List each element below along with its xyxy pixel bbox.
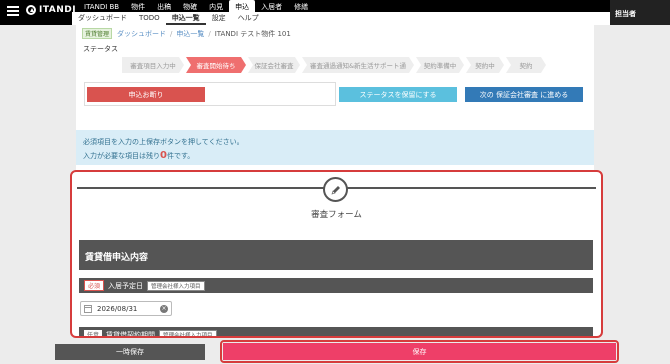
date-value: 2026/08/31 [97, 304, 138, 313]
status-step: 保証会社審査 [248, 57, 300, 73]
next-step-button[interactable]: 次の 保証会社審査 に進める [465, 87, 583, 102]
breadcrumb-separator: / [170, 29, 173, 38]
notice-line2: 入力が必要な項目は残り0件です。 [83, 149, 587, 163]
breadcrumb-dashboard[interactable]: ダッシュボード [117, 29, 166, 39]
temp-save-button[interactable]: 一時保存 [55, 344, 205, 360]
field-label: 賃貸借契約期間 [106, 330, 156, 338]
sub-nav-help[interactable]: ヘルプ [232, 12, 265, 25]
move-in-date-input[interactable]: 2026/08/31 × [80, 301, 172, 316]
management-input-tag: 管理会社様入力項目 [147, 280, 205, 291]
status-step: 契約準備中 [416, 57, 464, 73]
status-step-active: 審査開始待ち [186, 57, 246, 73]
category-tag: 賃貸管理 [82, 28, 113, 39]
breadcrumb: 賃貸管理 ダッシュボード / 申込一覧 / ITANDI テスト物件 101 [82, 28, 291, 39]
field-row-move-in-date: 必須 入居予定日 管理会社様入力項目 [79, 278, 593, 293]
status-step: 契約中 [466, 57, 504, 73]
field-row-contract-period: 任意 賃貸借契約期間 管理会社様入力項目 [79, 327, 593, 338]
field-label: 入居予定日 [108, 281, 144, 290]
sub-nav-dashboard[interactable]: ダッシュボード [72, 12, 133, 25]
form-title: 審査フォーム [311, 210, 362, 220]
sub-nav: ダッシュボード TODO 申込一覧 設定 ヘルプ [72, 12, 610, 25]
breadcrumb-application-list[interactable]: 申込一覧 [176, 29, 204, 39]
sub-nav-settings[interactable]: 設定 [206, 12, 232, 25]
logo[interactable]: ITANDI [26, 5, 76, 15]
save-button[interactable]: 保存 [223, 343, 616, 360]
notice-line1: 必須項目を入力の上保存ボタンを押してください。 [83, 138, 244, 146]
user-badge[interactable]: 担当者 [610, 0, 670, 25]
review-form: 審査フォーム 賃貸借申込内容 必須 入居予定日 管理会社様入力項目 2026/0… [70, 170, 603, 338]
sub-nav-application-list[interactable]: 申込一覧 [165, 12, 206, 25]
status-steps: 審査項目入力中 審査開始待ち 保証会社審査 審査通過通知&新生活サポート通 契約… [122, 57, 548, 73]
pencil-icon [323, 177, 348, 202]
status-step: 審査通過通知&新生活サポート通 [302, 57, 414, 73]
required-tag: 必須 [84, 280, 105, 291]
notice-prefix: 入力が必要な項目は残り [83, 152, 160, 160]
management-input-tag: 管理会社様入力項目 [159, 329, 217, 336]
logo-text: ITANDI [39, 5, 77, 15]
sub-nav-todo[interactable]: TODO [133, 12, 166, 25]
section-header: 賃貸借申込内容 [79, 240, 593, 270]
decline-button[interactable]: 申込お断り [87, 87, 205, 102]
remaining-count: 0 [160, 150, 167, 161]
breadcrumb-current: ITANDI テスト物件 101 [214, 29, 291, 38]
status-step: 契約 [506, 57, 546, 73]
status-label: ステータス [83, 45, 118, 53]
status-step: 審査項目入力中 [122, 57, 184, 73]
notice-box: 必須項目を入力の上保存ボタンを押してください。 入力が必要な項目は残り0件です。 [76, 130, 594, 165]
clear-icon[interactable]: × [160, 305, 168, 313]
breadcrumb-separator: / [208, 29, 211, 38]
hold-status-button[interactable]: ステータスを保留にする [339, 87, 457, 102]
itandi-logo-icon [26, 5, 36, 15]
top-bar: ITANDI ITANDI BB 物件 出稿 物確 内見 申込 入居者 修繕 ダ… [0, 0, 670, 25]
notice-suffix: 件です。 [166, 152, 195, 160]
calendar-icon [84, 304, 92, 313]
optional-tag: 任意 [84, 330, 103, 336]
hamburger-menu-icon[interactable] [7, 6, 19, 16]
